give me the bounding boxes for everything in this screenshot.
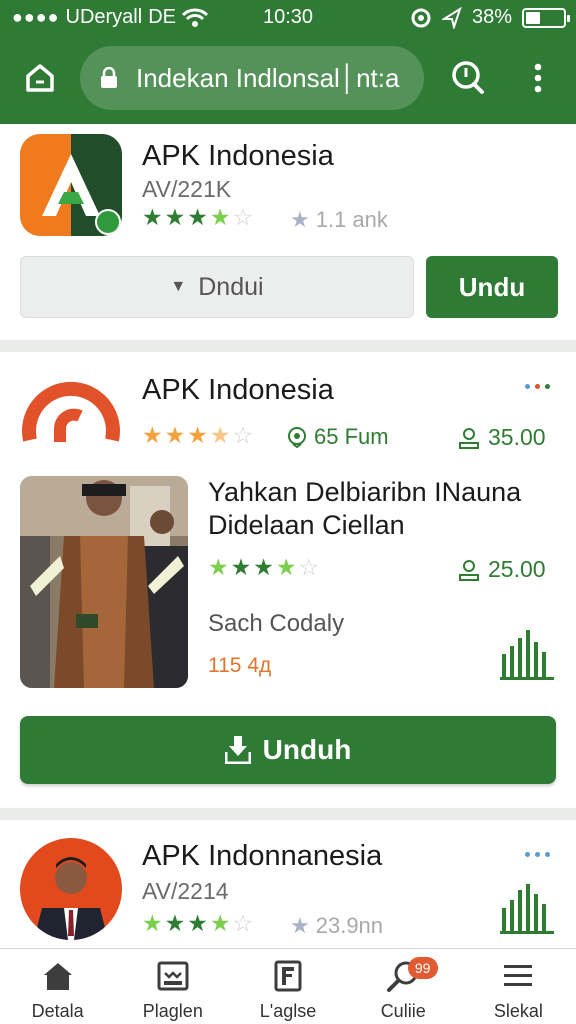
home-icon <box>43 963 72 990</box>
price-top-text: 35.00 <box>488 424 546 450</box>
more-vert-icon[interactable] <box>530 62 546 94</box>
star-icon: ★ <box>253 554 274 580</box>
star-half-icon: ★ <box>209 422 231 448</box>
meta-text: 1.1 ank <box>315 207 388 232</box>
star-icon: ★ <box>275 554 297 580</box>
location-icon <box>441 6 462 29</box>
rating-stars: ★ ★ ★ ★ ☆ <box>142 910 253 937</box>
more-options-icon[interactable] <box>525 852 550 857</box>
media-icon <box>157 961 189 991</box>
nav-item-culiie[interactable]: 99 Culiie <box>346 949 461 1024</box>
app-subtitle: AV/2214 <box>142 878 229 904</box>
star-empty-icon: ☆ <box>232 204 254 230</box>
app-logo-icon <box>20 134 122 236</box>
price-top: 35.00 <box>458 424 546 451</box>
star-icon: ★ <box>142 910 163 936</box>
user-icon <box>459 559 479 581</box>
bar-chart-icon <box>500 884 554 934</box>
secondary-download-button[interactable]: ▼ Dndui <box>20 256 414 318</box>
fum-text: 65 Fum <box>314 424 389 449</box>
app-card-2[interactable]: APK Indonesia ★ ★ ★ ★ ☆ 65 Fum 35.00 Yah… <box>0 352 576 808</box>
home-icon[interactable] <box>22 60 58 96</box>
status-bar: ●●●● UDeryall DE 10:30 38% <box>0 0 576 34</box>
nav-label: Culiie <box>380 1001 426 1021</box>
document-icon <box>274 960 302 992</box>
star-icon: ★ <box>187 204 208 230</box>
nav-label: Detala <box>31 1001 84 1021</box>
search-icon[interactable] <box>450 59 486 95</box>
more-options-icon[interactable] <box>525 384 550 389</box>
feature-title[interactable]: Yahkan Delbiaribn INauna Didelaan Ciella… <box>208 476 568 542</box>
nav-item-detala[interactable]: Detala <box>0 949 115 1024</box>
avatar <box>20 838 122 940</box>
feature-caption: Sach Codaly <box>208 610 345 637</box>
star-empty-icon: ☆ <box>232 910 254 936</box>
star-empty-icon: ☆ <box>232 422 254 448</box>
status-right: 38% <box>410 6 570 29</box>
app-bar: Indekan Indlonsal│nt:a <box>0 44 576 112</box>
nav-item-slekal[interactable]: Slekal <box>461 949 576 1024</box>
meta-text: 23.9nn <box>315 913 384 938</box>
lock-icon <box>101 67 117 88</box>
app-meta: ★ 1.1 ank <box>290 207 388 233</box>
star-icon: ★ <box>187 910 208 936</box>
star-icon: ★ <box>164 910 186 936</box>
rating-stars: ★ ★ ★ ★ ☆ <box>142 204 253 231</box>
star-icon: ★ <box>142 204 163 230</box>
download-icon <box>224 736 251 764</box>
star-icon: ★ <box>209 910 231 936</box>
star-meta-icon: ★ <box>290 207 310 232</box>
unduh-button[interactable]: Unduh <box>20 716 556 784</box>
star-icon: ★ <box>142 422 163 448</box>
feature-photo[interactable] <box>20 476 188 688</box>
star-meta-icon: ★ <box>290 913 310 938</box>
bottom-navigation: Detala Plaglen L'aglse 99 Culiie Slekal <box>0 948 576 1024</box>
nav-label: Plaglen <box>142 1001 203 1021</box>
bar-chart-icon <box>500 630 554 680</box>
star-icon: ★ <box>208 554 229 580</box>
caret-down-icon: ▼ <box>170 278 187 295</box>
secondary-button-label: Dndui <box>198 272 264 301</box>
list-icon <box>504 965 533 986</box>
star-icon: ★ <box>164 204 186 230</box>
app-title[interactable]: APK Indonesia <box>142 140 334 173</box>
sync-icon <box>411 8 431 27</box>
app-card-3[interactable]: APK Indonnanesia AV/2214 ★ ★ ★ ★ ☆ ★ 23.… <box>0 820 576 948</box>
url-text: Indekan Indlonsal│nt:a <box>136 62 400 93</box>
nav-label: Slekal <box>493 1001 543 1021</box>
badge-icon <box>288 427 306 448</box>
rating-stars: ★ ★ ★ ★ ☆ <box>142 422 253 449</box>
gauge-logo-icon <box>22 381 120 442</box>
star-icon: ★ <box>230 554 252 580</box>
app-subtitle: AV/221K <box>142 176 232 202</box>
url-bar[interactable]: Indekan Indlonsal│nt:a <box>80 46 424 110</box>
app-title[interactable]: APK Indonnanesia <box>142 840 382 873</box>
fum-meta: 65 Fum <box>286 424 389 450</box>
nav-item-laglse[interactable]: L'aglse <box>230 949 345 1024</box>
app-meta: ★ 23.9nn <box>290 913 383 939</box>
download-button[interactable]: Undu <box>426 256 558 318</box>
nav-item-plaglen[interactable]: Plaglen <box>115 949 230 1024</box>
feature-rating-stars: ★ ★ ★ ★ ☆ <box>208 554 319 581</box>
top-bar: ●●●● UDeryall DE 10:30 38% Indekan Indlo… <box>0 0 576 124</box>
user-icon <box>459 427 479 449</box>
price-feature: 25.00 <box>458 556 546 583</box>
unduh-label: Unduh <box>262 734 352 765</box>
price-feature-text: 25.00 <box>488 556 546 582</box>
battery-fill <box>526 11 540 24</box>
battery-icon <box>522 7 570 28</box>
feature-count: 115 4д <box>208 654 272 677</box>
app-title[interactable]: APK Indonesia <box>142 374 334 407</box>
app-card-1[interactable]: APK Indonesia AV/221K ★ ★ ★ ★ ☆ ★ 1.1 an… <box>0 124 576 340</box>
notification-badge: 99 <box>407 957 438 979</box>
star-empty-icon: ☆ <box>298 554 320 580</box>
star-icon: ★ <box>164 422 186 448</box>
star-icon: ★ <box>187 422 208 448</box>
battery-percent: 38% <box>471 6 512 28</box>
nav-label: L'aglse <box>259 1001 317 1021</box>
star-half-icon: ★ <box>209 204 231 230</box>
